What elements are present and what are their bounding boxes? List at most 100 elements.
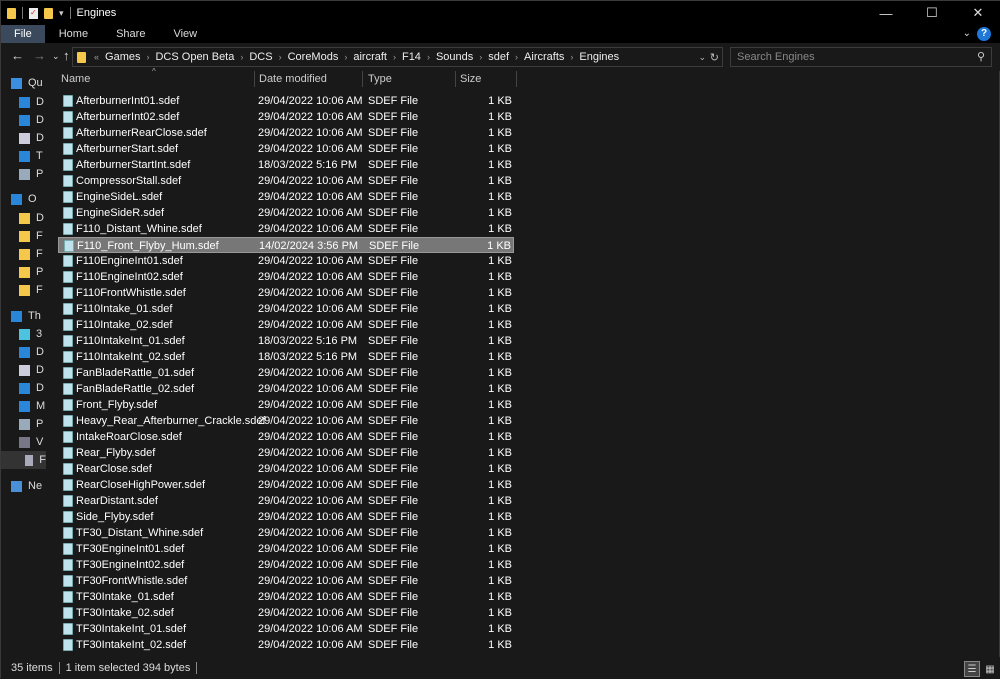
chevron-right-icon[interactable]: ›	[513, 52, 520, 62]
file-row[interactable]: F110EngineInt02.sdef 29/04/2022 10:06 AM S…	[58, 269, 514, 285]
sidebar-item[interactable]: P	[19, 165, 43, 183]
file-row[interactable]: Heavy_Rear_Afterburner_Crackle.sdef 29/04…	[58, 413, 514, 429]
chevron-right-icon[interactable]: ›	[144, 52, 151, 62]
sidebar-item[interactable]: P	[19, 263, 43, 281]
tab-file[interactable]: File	[1, 25, 45, 43]
file-row[interactable]: TF30IntakeInt_01.sdef 29/04/2022 10:06 AM…	[58, 621, 514, 637]
column-header-size[interactable]: Size	[460, 71, 481, 87]
file-row[interactable]: CompressorStall.sdef 29/04/2022 10:06 AM S…	[58, 173, 514, 189]
file-row[interactable]: F110Intake_01.sdef 29/04/2022 10:06 AM SDE…	[58, 301, 514, 317]
file-row[interactable]: FanBladeRattle_01.sdef 29/04/2022 10:06 A…	[58, 365, 514, 381]
sidebar-item[interactable]: D	[19, 361, 44, 379]
sidebar-item[interactable]: M	[19, 397, 45, 415]
chevron-right-icon[interactable]: ›	[425, 52, 432, 62]
file-row[interactable]: IntakeRoarClose.sdef 29/04/2022 10:06 AM S…	[58, 429, 514, 445]
file-row[interactable]: F110Intake_02.sdef 29/04/2022 10:06 AM SDE…	[58, 317, 514, 333]
close-button[interactable]: ✕	[955, 1, 1000, 25]
address-bar[interactable]: « Games › DCS Open Beta › DCS › CoreMods › aircr…	[72, 47, 723, 67]
column-header-date[interactable]: Date modified	[259, 71, 327, 87]
tab-share[interactable]: Share	[102, 25, 159, 43]
file-row[interactable]: Rear_Flyby.sdef 29/04/2022 10:06 AM SDEF F…	[58, 445, 514, 461]
column-divider[interactable]	[362, 71, 363, 87]
file-row[interactable]: F110IntakeInt_01.sdef 18/03/2022 5:16 PM S…	[58, 333, 514, 349]
properties-icon[interactable]	[29, 7, 38, 19]
file-row[interactable]: TF30FrontWhistle.sdef 29/04/2022 10:06 AM…	[58, 573, 514, 589]
sidebar-item[interactable]: D	[19, 209, 44, 227]
breadcrumb-item[interactable]: F14	[398, 51, 425, 63]
breadcrumb-item[interactable]: aircraft	[349, 51, 391, 63]
customize-toolbar-icon[interactable]: ▾	[59, 8, 64, 19]
file-row[interactable]: AfterburnerInt01.sdef 29/04/2022 10:06 AM…	[58, 93, 514, 109]
chevron-right-icon[interactable]: ›	[477, 52, 484, 62]
search-icon[interactable]: ⚲	[977, 48, 985, 66]
minimize-button[interactable]: —	[863, 1, 909, 25]
column-header-name[interactable]: Name	[61, 71, 90, 87]
up-icon[interactable]: ↑	[63, 48, 70, 63]
file-row[interactable]: Side_Flyby.sdef 29/04/2022 10:06 AM SDEF F…	[58, 509, 514, 525]
search-input[interactable]: Search Engines ⚲	[730, 47, 992, 67]
sidebar-item[interactable]: 3	[19, 325, 42, 343]
file-row[interactable]: TF30_Distant_Whine.sdef 29/04/2022 10:06 …	[58, 525, 514, 541]
chevron-right-icon[interactable]: ›	[277, 52, 284, 62]
sidebar-item[interactable]: D	[19, 379, 44, 397]
file-row[interactable]: F110_Front_Flyby_Hum.sdef 14/02/2024 3:56…	[58, 237, 514, 253]
sidebar-item[interactable]: F	[1, 451, 46, 469]
sidebar-item[interactable]: P	[19, 415, 43, 433]
column-divider[interactable]	[254, 71, 255, 87]
sidebar-item[interactable]: F	[19, 227, 43, 245]
file-row[interactable]: RearCloseHighPower.sdef 29/04/2022 10:06 …	[58, 477, 514, 493]
breadcrumb-item[interactable]: CoreMods	[284, 51, 343, 63]
breadcrumb-item[interactable]: Games	[101, 51, 144, 63]
sidebar-item[interactable]: Th	[11, 307, 41, 325]
new-folder-icon[interactable]	[44, 7, 53, 19]
sidebar-item[interactable]: F	[19, 245, 43, 263]
file-row[interactable]: RearClose.sdef 29/04/2022 10:06 AM SDEF Fi…	[58, 461, 514, 477]
sidebar-item[interactable]: Ne	[11, 477, 42, 495]
address-dropdown-icon[interactable]: ⌄	[698, 52, 706, 63]
refresh-icon[interactable]: ↻	[710, 51, 719, 64]
sidebar-item[interactable]: V	[19, 433, 43, 451]
column-divider[interactable]	[455, 71, 456, 87]
file-row[interactable]: AfterburnerStartInt.sdef 18/03/2022 5:16 …	[58, 157, 514, 173]
file-row[interactable]: Front_Flyby.sdef 29/04/2022 10:06 AM SDEF …	[58, 397, 514, 413]
file-row[interactable]: TF30EngineInt01.sdef 29/04/2022 10:06 AM S…	[58, 541, 514, 557]
overflow-icon[interactable]: «	[92, 52, 101, 62]
file-row[interactable]: AfterburnerInt02.sdef 29/04/2022 10:06 AM…	[58, 109, 514, 125]
sidebar-item[interactable]: D	[19, 111, 44, 129]
breadcrumb-item[interactable]: Engines	[575, 51, 623, 63]
file-row[interactable]: RearDistant.sdef 29/04/2022 10:06 AM SDEF …	[58, 493, 514, 509]
file-row[interactable]: F110_Distant_Whine.sdef 29/04/2022 10:06 …	[58, 221, 514, 237]
forward-icon[interactable]: →	[33, 48, 46, 63]
file-row[interactable]: TF30IntakeInt_02.sdef 29/04/2022 10:06 AM…	[58, 637, 514, 653]
breadcrumb-item[interactable]: DCS Open Beta	[151, 51, 238, 63]
chevron-right-icon[interactable]: ›	[391, 52, 398, 62]
file-row[interactable]: AfterburnerStart.sdef 29/04/2022 10:06 AM…	[58, 141, 514, 157]
breadcrumb-item[interactable]: DCS	[245, 51, 276, 63]
file-row[interactable]: F110FrontWhistle.sdef 29/04/2022 10:06 AM…	[58, 285, 514, 301]
details-view-button[interactable]: ☰	[964, 661, 980, 677]
help-icon[interactable]: ?	[977, 27, 991, 41]
recent-locations-icon[interactable]: ⌄	[52, 51, 60, 62]
file-row[interactable]: EngineSideL.sdef 29/04/2022 10:06 AM SDEF …	[58, 189, 514, 205]
file-row[interactable]: TF30Intake_02.sdef 29/04/2022 10:06 AM SDE…	[58, 605, 514, 621]
sidebar-item[interactable]: F	[19, 281, 43, 299]
chevron-right-icon[interactable]: ›	[568, 52, 575, 62]
back-icon[interactable]: ←	[11, 48, 24, 63]
breadcrumb-item[interactable]: Aircrafts	[520, 51, 568, 63]
file-row[interactable]: EngineSideR.sdef 29/04/2022 10:06 AM SDEF …	[58, 205, 514, 221]
file-row[interactable]: F110IntakeInt_02.sdef 18/03/2022 5:16 PM S…	[58, 349, 514, 365]
breadcrumb-item[interactable]: sdef	[484, 51, 513, 63]
file-row[interactable]: TF30Intake_01.sdef 29/04/2022 10:06 AM SDE…	[58, 589, 514, 605]
tab-home[interactable]: Home	[45, 25, 102, 43]
maximize-button[interactable]: ☐	[909, 1, 955, 25]
file-row[interactable]: F110EngineInt01.sdef 29/04/2022 10:06 AM S…	[58, 253, 514, 269]
sidebar-item[interactable]: D	[19, 93, 44, 111]
sidebar-item[interactable]: Qu	[11, 74, 43, 92]
tab-view[interactable]: View	[159, 25, 211, 43]
file-row[interactable]: AfterburnerRearClose.sdef 29/04/2022 10:0…	[58, 125, 514, 141]
sidebar-item[interactable]: O	[11, 190, 37, 208]
sidebar-item[interactable]: T	[19, 147, 43, 165]
file-row[interactable]: FanBladeRattle_02.sdef 29/04/2022 10:06 A…	[58, 381, 514, 397]
sidebar-item[interactable]: D	[19, 129, 44, 147]
chevron-right-icon[interactable]: ›	[238, 52, 245, 62]
